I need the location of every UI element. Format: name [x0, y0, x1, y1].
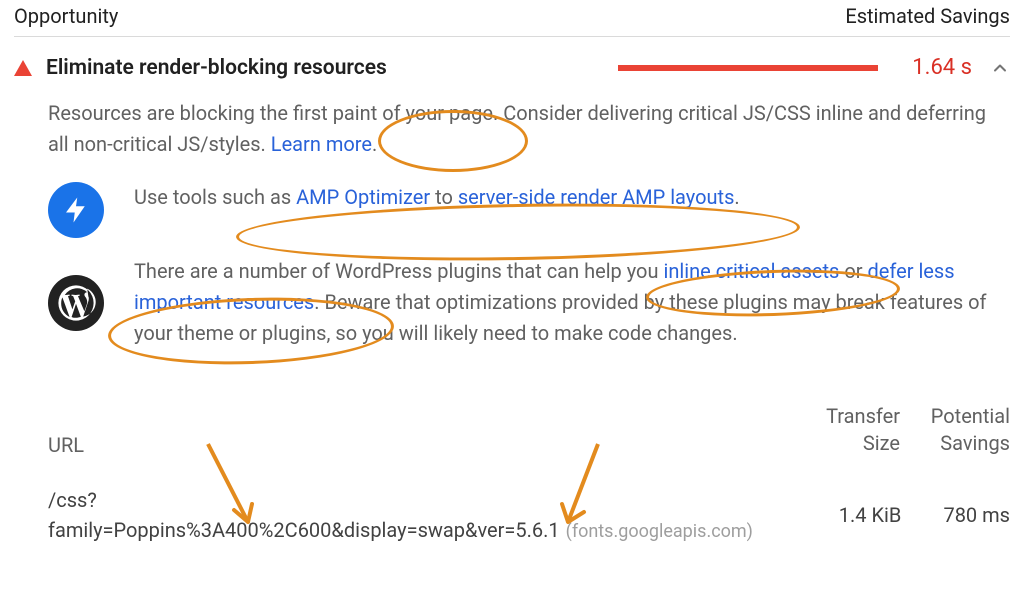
opportunity-item[interactable]: Eliminate render-blocking resources 1.64… — [14, 37, 1010, 90]
amp-tip-row: Use tools such as AMP Optimizer to serve… — [14, 182, 1010, 238]
chevron-up-icon[interactable] — [990, 58, 1010, 78]
amp-text-suffix: . — [734, 185, 739, 209]
opportunity-label: Opportunity — [14, 4, 118, 28]
wp-inline-link[interactable]: inline critical assets — [663, 259, 839, 283]
desc-period: . — [372, 132, 377, 156]
amp-ssr-link[interactable]: server-side render AMP layouts — [458, 185, 735, 209]
row-transfer-size: 1.4 KiB — [793, 503, 902, 527]
wp-text-mid: or — [839, 259, 867, 283]
savings-column-label: PotentialSavings — [900, 403, 1010, 457]
desc-text: Resources are blocking the first paint o… — [48, 101, 986, 156]
transfer-column-label: TransferSize — [790, 403, 900, 457]
estimated-savings-label: Estimated Savings — [845, 4, 1010, 28]
column-headers: Opportunity Estimated Savings — [14, 4, 1010, 37]
opportunity-title: Eliminate render-blocking resources — [46, 56, 387, 80]
amp-text-prefix: Use tools such as — [134, 185, 296, 209]
amp-optimizer-link[interactable]: AMP Optimizer — [296, 185, 430, 209]
row-potential-savings: 780 ms — [901, 503, 1010, 527]
amp-text-mid: to — [430, 185, 458, 209]
row-url: /css?family=Poppins%3A400%2C600&display=… — [48, 485, 793, 545]
savings-bar — [618, 65, 878, 71]
wordpress-tip-row: There are a number of WordPress plugins … — [14, 256, 1010, 349]
amp-icon — [48, 182, 104, 238]
row-host: (fonts.googleapis.com) — [566, 521, 753, 542]
wp-text-prefix: There are a number of WordPress plugins … — [134, 259, 663, 283]
url-column-label: URL — [48, 433, 790, 457]
opportunity-description: Resources are blocking the first paint o… — [14, 98, 1010, 160]
learn-more-link[interactable]: Learn more — [271, 132, 372, 156]
savings-value: 1.64 s — [912, 55, 972, 80]
wordpress-icon — [48, 275, 104, 331]
warning-triangle-icon — [14, 60, 32, 76]
resource-table-header: URL TransferSize PotentialSavings — [14, 403, 1010, 457]
table-row: /css?family=Poppins%3A400%2C600&display=… — [14, 485, 1010, 545]
